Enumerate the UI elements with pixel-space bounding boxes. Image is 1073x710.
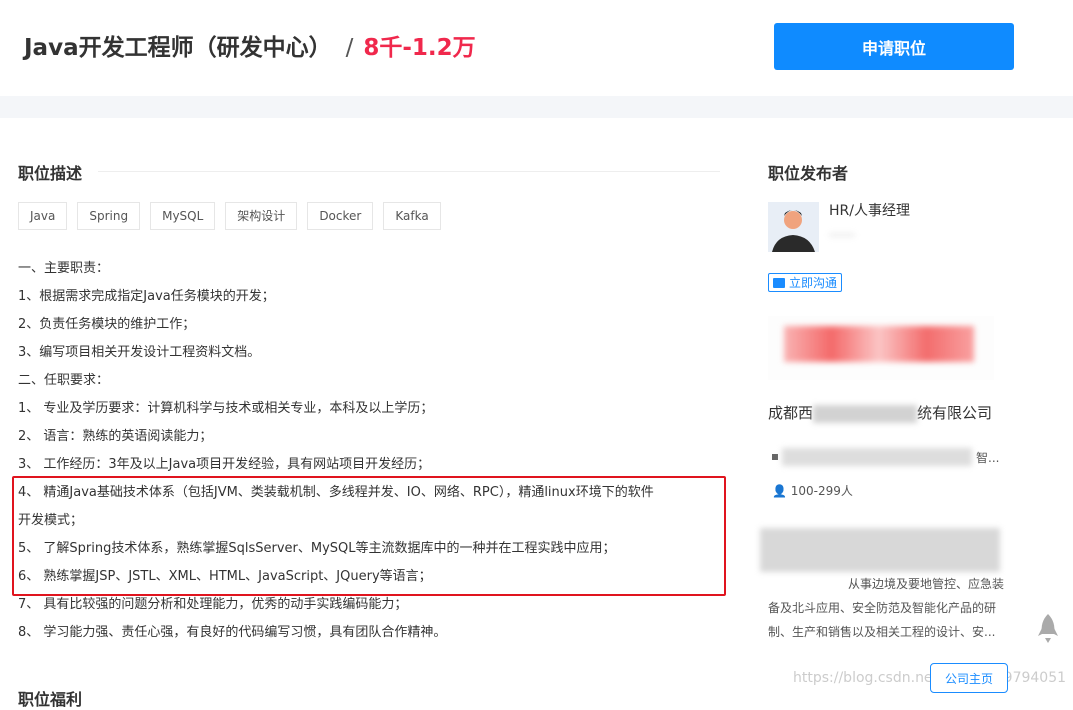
avatar — [768, 202, 819, 252]
company-size-value: 100-299人 — [790, 484, 853, 498]
back-to-top-rocket-icon[interactable] — [1038, 614, 1058, 648]
desc-line: 二、任职要求： — [18, 373, 110, 388]
blurred-name — [829, 233, 855, 237]
industry-suffix: 智... — [976, 450, 1000, 465]
company-industry: 智... — [772, 448, 999, 466]
company-size: 👤 100-299人 — [772, 482, 853, 499]
section-title-publisher: 职位发布者 — [768, 164, 849, 183]
company-name-suffix: 统有限公司 — [917, 404, 993, 422]
intro-line: 制、生产和销售以及相关工程的设计、安... — [768, 625, 996, 639]
desc-line: 3、 工作经历：3年及以上Java项目开发经验，具有网站项目开发经历； — [18, 457, 431, 472]
job-title: Java开发工程师（研发中心） / 8千-1.2万 — [24, 28, 476, 62]
desc-line: 2、 语言：熟练的英语阅读能力； — [18, 429, 213, 444]
job-name: Java开发工程师（研发中心） — [24, 35, 332, 61]
header-shadow-strip — [0, 96, 1073, 118]
intro-line: 备及北斗应用、安全防范及智能化产品的研 — [768, 601, 997, 615]
desc-line: 8、 学习能力强、责任心强，有良好的代码编写习惯，具有团队合作精神。 — [18, 625, 447, 640]
desc-line: 3、编写项目相关开发设计工程资料文档。 — [18, 345, 261, 360]
blurred-text — [813, 404, 918, 423]
chat-now-button[interactable]: 立即沟通 — [768, 273, 843, 292]
intro-line: 从事边境及要地管控、应急装 — [848, 577, 1005, 591]
apply-button[interactable]: 申请职位 — [774, 23, 1014, 70]
skill-tags: Java Spring MySQL 架构设计 Docker Kafka — [18, 202, 441, 230]
desc-line: 2、负责任务模块的维护工作； — [18, 317, 196, 332]
salary: 8千-1.2万 — [363, 35, 476, 61]
skill-tag: Kafka — [383, 202, 441, 230]
blurred-logo — [784, 326, 974, 362]
company-homepage-button[interactable]: 公司主页 — [930, 663, 1008, 693]
chat-icon — [773, 277, 785, 288]
company-intro: 从事边境及要地管控、应急装 备及北斗应用、安全防范及智能化产品的研 制、生产和销… — [768, 572, 1018, 644]
chat-label: 立即沟通 — [789, 276, 838, 290]
desc-line: 1、 专业及学历要求：计算机科学与技术或相关专业，本科及以上学历； — [18, 401, 434, 416]
desc-line: 1、根据需求完成指定Java任务模块的开发； — [18, 289, 275, 304]
skill-tag: Docker — [307, 202, 374, 230]
skill-tag: Java — [18, 202, 68, 230]
company-name-prefix: 成都西 — [768, 404, 814, 422]
section-divider — [18, 171, 720, 172]
skill-tag: Spring — [77, 202, 141, 230]
publisher-role: HR/人事经理 — [829, 203, 910, 219]
skill-tag: 架构设计 — [225, 202, 298, 230]
highlight-box — [12, 476, 726, 596]
section-title-description: 职位描述 — [18, 160, 99, 184]
company-name[interactable]: 成都西 统有限公司 — [768, 402, 992, 423]
title-separator: / — [345, 35, 354, 61]
blurred-text — [782, 448, 972, 466]
industry-icon — [772, 454, 778, 460]
section-title-benefits: 职位福利 — [18, 690, 83, 709]
person-icon: 👤 — [772, 484, 791, 498]
skill-tag: MySQL — [150, 202, 216, 230]
company-logo — [768, 316, 994, 380]
desc-line: 一、主要职责： — [18, 261, 110, 276]
blurred-intro — [760, 528, 1000, 572]
